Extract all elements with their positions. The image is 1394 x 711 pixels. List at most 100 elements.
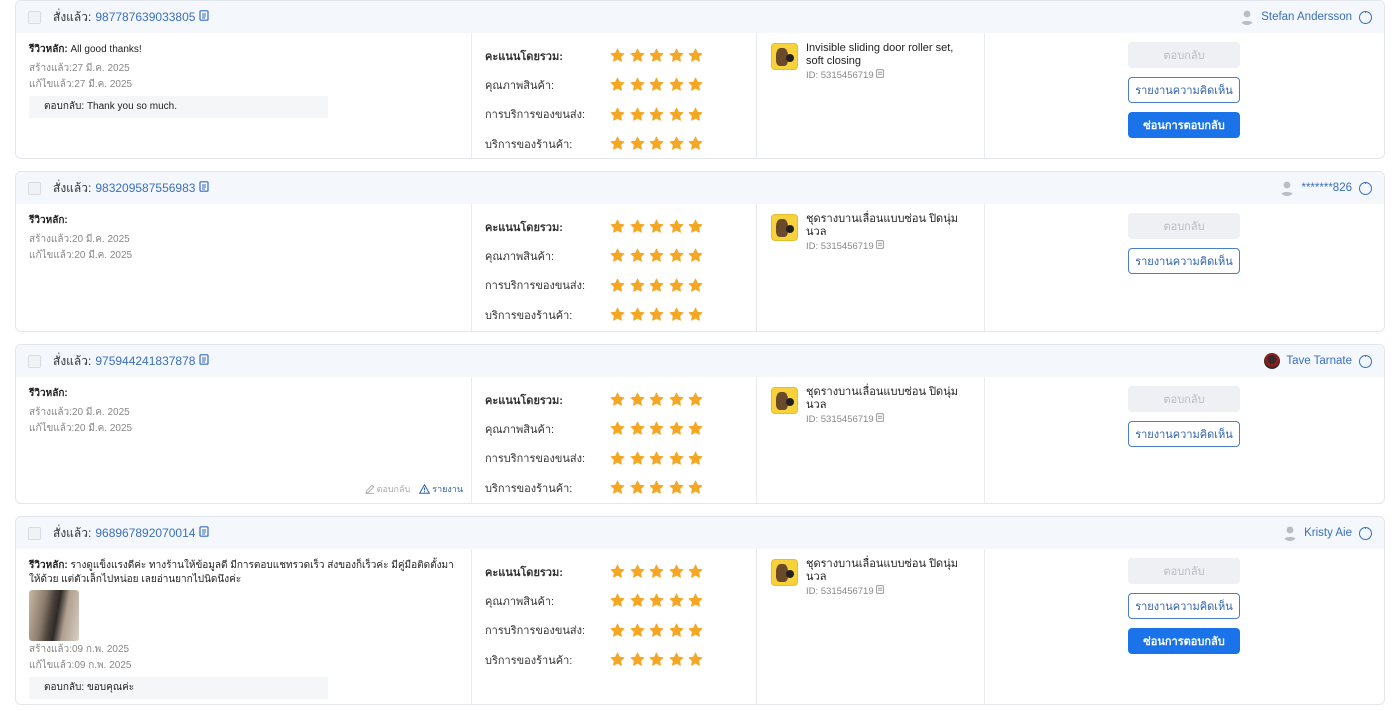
order-id-link[interactable]: 983209587556983	[95, 181, 195, 195]
star-icon	[630, 422, 644, 436]
copy-document-icon[interactable]	[199, 526, 210, 540]
user-avatar	[1264, 353, 1281, 369]
select-checkbox[interactable]	[28, 10, 41, 24]
review-card: สั่งแล้ว: 987787639033805 Stefan Anderss…	[15, 0, 1385, 159]
review-photo[interactable]	[29, 590, 79, 641]
reviewer-name-link[interactable]: *******826	[1301, 182, 1352, 194]
hide-reply-button[interactable]: ซ่อนการตอบกลับ	[1128, 628, 1240, 654]
product-column: ชุดรางบานเลื่อนแบบซ่อน ปิดนุ่มนวล ID: 53…	[757, 549, 985, 704]
chat-icon[interactable]	[1359, 178, 1372, 195]
reviewer-name-link[interactable]: Kristy Aie	[1304, 527, 1352, 539]
star-icon	[649, 652, 664, 666]
review-text: รีวิวหลัก: รางดูแข็งแรงดีค่ะ ทางร้านให้ข…	[29, 560, 454, 585]
report-review-button[interactable]: รายงานความคิดเห็น	[1128, 421, 1240, 447]
star-icon	[688, 392, 703, 406]
ordered-label: สั่งแล้ว:	[53, 180, 92, 195]
rating-row-quality: คุณภาพสินค้า:	[472, 586, 756, 615]
star-icon	[610, 392, 625, 406]
report-review-button[interactable]: รายงานความคิดเห็น	[1128, 77, 1240, 103]
rating-row-shipping: การบริการของขนส่ง:	[472, 271, 756, 300]
star-icon	[649, 219, 664, 233]
star-icon	[688, 278, 703, 292]
star-icon	[649, 594, 664, 608]
order-id-link[interactable]: 975944241837878	[95, 354, 195, 368]
copy-icon[interactable]	[876, 69, 885, 81]
reviewer-name-link[interactable]: Tave Tarnate	[1286, 355, 1352, 367]
reply-button[interactable]: ตอบกลับ	[1128, 213, 1240, 239]
select-checkbox[interactable]	[28, 526, 41, 540]
reply-button[interactable]: ตอบกลับ	[1128, 558, 1240, 584]
star-icon	[630, 107, 644, 121]
star-icon	[630, 451, 644, 465]
reviewer-name-link[interactable]: Stefan Andersson	[1261, 11, 1352, 23]
chat-icon[interactable]	[1359, 523, 1372, 540]
star-icon	[610, 480, 625, 494]
inline-actions: ตอบกลับ รายงาน	[356, 482, 463, 496]
review-text: รีวิวหลัก:	[29, 215, 68, 226]
reply-button[interactable]: ตอบกลับ	[1128, 42, 1240, 68]
star-icon	[688, 652, 703, 666]
inline-report-link[interactable]: รายงาน	[419, 482, 463, 496]
star-icon	[649, 48, 664, 62]
star-icon	[649, 278, 664, 292]
review-text: รีวิวหลัก: All good thanks!	[29, 44, 142, 55]
star-rating	[610, 107, 708, 122]
star-icon	[688, 564, 703, 578]
copy-document-icon[interactable]	[199, 181, 210, 195]
star-icon	[688, 107, 703, 121]
select-checkbox[interactable]	[28, 181, 41, 195]
order-id-link[interactable]: 968967892070014	[95, 526, 195, 540]
star-icon	[610, 219, 625, 233]
rating-row-shipping: การบริการของขนส่ง:	[472, 616, 756, 645]
chat-icon[interactable]	[1359, 351, 1372, 368]
copy-document-icon[interactable]	[199, 10, 210, 24]
seller-reply: ตอบกลับ: Thank you so much.	[29, 96, 328, 118]
product-info[interactable]: Invisible sliding door roller set, soft …	[771, 42, 970, 81]
review-column: รีวิวหลัก: สร้างแล้ว:20 มี.ค. 2025 แก้ไข…	[16, 204, 472, 331]
star-rating	[610, 451, 708, 466]
star-icon	[669, 48, 683, 62]
hide-reply-button[interactable]: ซ่อนการตอบกลับ	[1128, 112, 1240, 138]
rating-row-quality: คุณภาพสินค้า:	[472, 70, 756, 99]
report-review-button[interactable]: รายงานความคิดเห็น	[1128, 248, 1240, 274]
edited-date: แก้ไขแล้ว:09 ก.พ. 2025	[29, 660, 132, 671]
review-card-header: สั่งแล้ว: 983209587556983 *******826	[16, 172, 1384, 204]
product-info[interactable]: ชุดรางบานเลื่อนแบบซ่อน ปิดนุ่มนวล ID: 53…	[771, 213, 970, 252]
inline-reply-link[interactable]: ตอบกลับ	[364, 482, 410, 496]
star-icon	[688, 249, 703, 263]
star-icon	[688, 594, 703, 608]
rating-column: คะแนนโดยรวม: คุณภาพสินค้า: การบริการของข…	[472, 204, 757, 331]
review-column: รีวิวหลัก: All good thanks! สร้างแล้ว:27…	[16, 33, 472, 158]
star-icon	[610, 652, 625, 666]
star-icon	[649, 107, 664, 121]
copy-document-icon[interactable]	[199, 354, 210, 368]
order-id-link[interactable]: 987787639033805	[95, 10, 195, 24]
star-icon	[610, 278, 625, 292]
reply-button[interactable]: ตอบกลับ	[1128, 386, 1240, 412]
select-checkbox[interactable]	[28, 354, 41, 368]
report-review-button[interactable]: รายงานความคิดเห็น	[1128, 593, 1240, 619]
review-card-header: สั่งแล้ว: 975944241837878 Tave Tarnate	[16, 345, 1384, 377]
rating-row-overall: คะแนนโดยรวม:	[472, 212, 756, 241]
actions-column: ตอบกลับ รายงานความคิดเห็น ซ่อนการตอบกลับ	[985, 33, 1384, 158]
review-card: สั่งแล้ว: 975944241837878 Tave Tarnate ร…	[15, 344, 1385, 504]
product-info[interactable]: ชุดรางบานเลื่อนแบบซ่อน ปิดนุ่มนวล ID: 53…	[771, 558, 970, 597]
product-info[interactable]: ชุดรางบานเลื่อนแบบซ่อน ปิดนุ่มนวล ID: 53…	[771, 386, 970, 425]
star-rating	[610, 278, 708, 293]
star-rating	[610, 77, 708, 92]
review-card-header: สั่งแล้ว: 968967892070014 Kristy Aie	[16, 517, 1384, 549]
rating-row-overall: คะแนนโดยรวม:	[472, 41, 756, 70]
rating-row-shop-service: บริการของร้านค้า:	[472, 300, 756, 329]
star-icon	[649, 451, 664, 465]
star-icon	[610, 78, 625, 92]
star-icon	[610, 307, 625, 321]
chat-icon[interactable]	[1359, 7, 1372, 24]
star-icon	[669, 451, 683, 465]
copy-icon[interactable]	[876, 240, 885, 252]
warning-icon	[419, 484, 431, 494]
ordered-label: สั่งแล้ว:	[53, 353, 92, 368]
copy-icon[interactable]	[876, 585, 885, 597]
copy-icon[interactable]	[876, 413, 885, 425]
product-column: ชุดรางบานเลื่อนแบบซ่อน ปิดนุ่มนวล ID: 53…	[757, 377, 985, 503]
star-icon	[688, 136, 703, 150]
